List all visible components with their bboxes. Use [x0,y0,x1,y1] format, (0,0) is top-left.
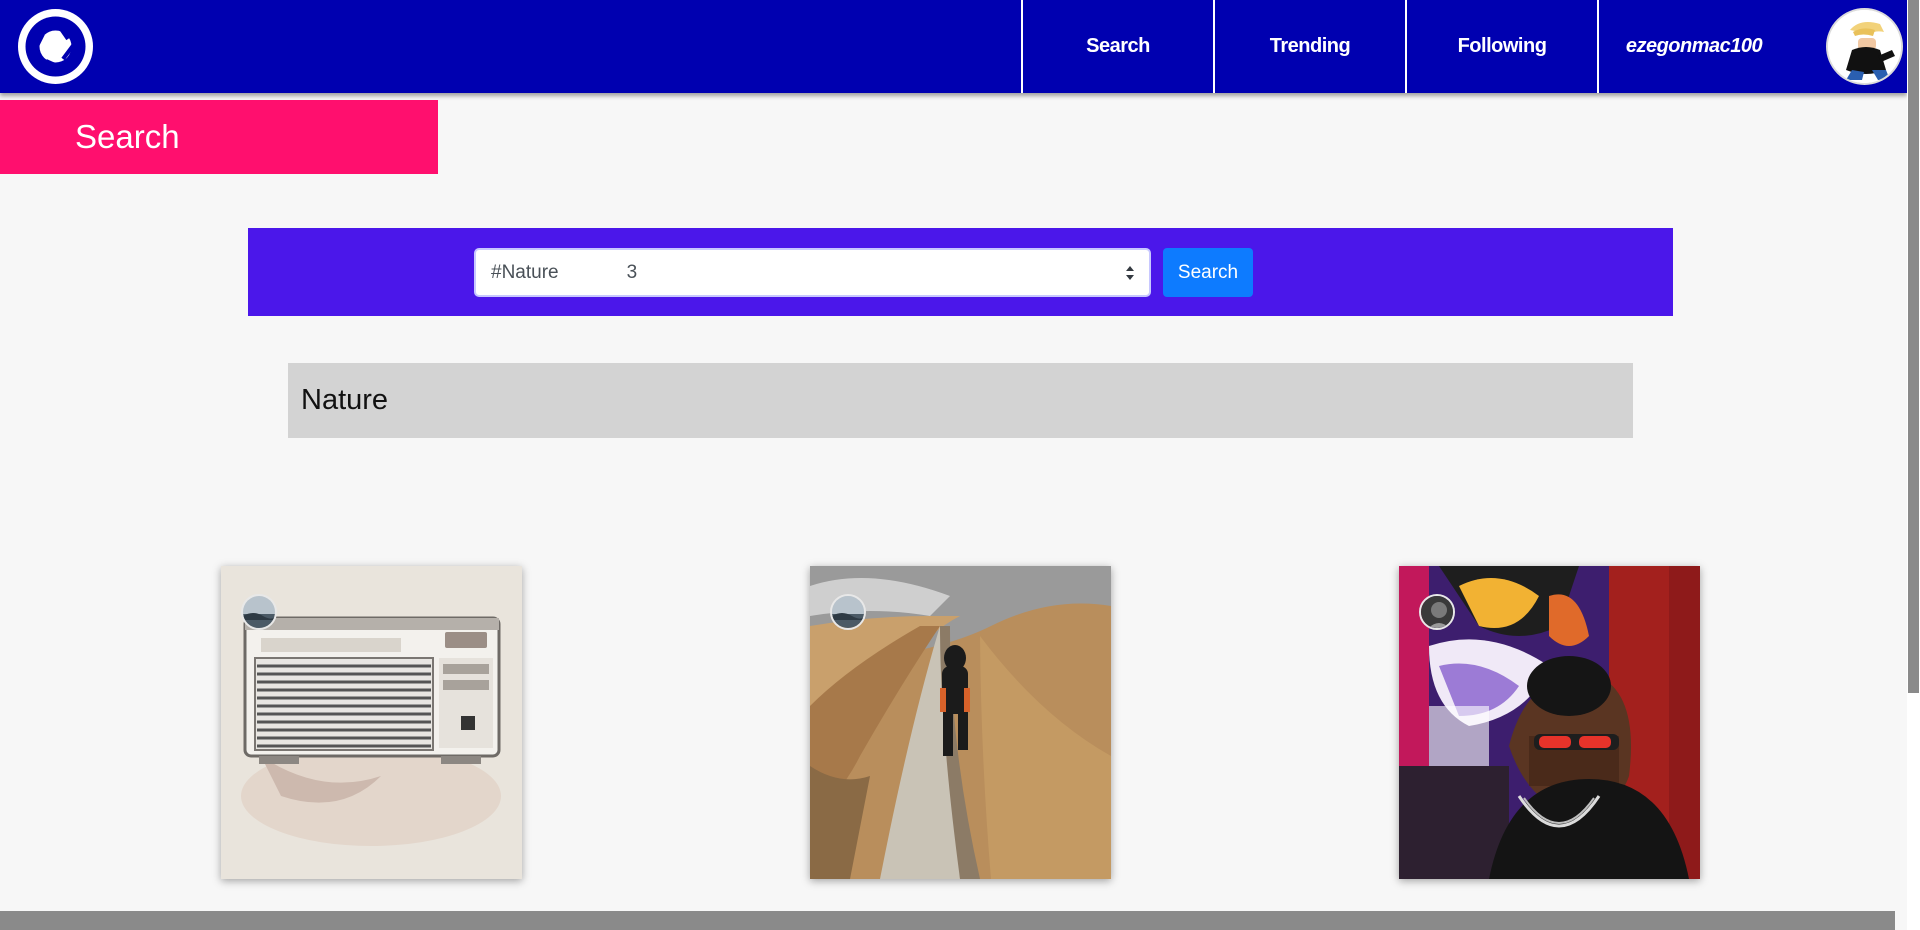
author-avatar[interactable] [1419,594,1455,630]
selected-tag-text: #Nature [491,261,559,283]
select-arrows-icon [1126,266,1134,280]
result-card-hiker[interactable] [810,566,1111,879]
user-avatar[interactable] [1826,8,1903,85]
tag-results-header: Nature [288,363,1633,438]
nav-username-link[interactable]: ezegonmac100 [1597,0,1789,93]
tag-select-dropdown[interactable]: #Nature 3 [474,248,1151,297]
author-avatar[interactable] [830,594,866,630]
nav-search-link[interactable]: Search [1021,0,1213,93]
nav-trending-link[interactable]: Trending [1213,0,1405,93]
search-button[interactable]: Search [1163,248,1253,297]
result-card-radio[interactable] [221,566,522,879]
result-card-person[interactable] [1399,566,1700,879]
selected-tag-count: 3 [626,261,638,283]
author-avatar[interactable] [241,594,277,630]
camera-aperture-logo-icon[interactable] [18,9,93,84]
vertical-scrollbar-thumb[interactable] [1908,0,1919,693]
top-navbar: Search Trending Following ezegonmac100 [0,0,1907,93]
nav-following-link[interactable]: Following [1405,0,1597,93]
horizontal-scrollbar[interactable] [0,911,1895,930]
search-bar: #Nature 3 Search [248,228,1673,316]
search-page-banner: Search [0,100,438,174]
